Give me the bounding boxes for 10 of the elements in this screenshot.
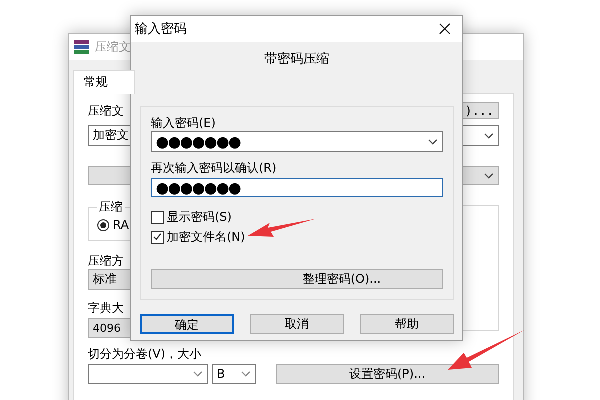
window-title: 压缩文 bbox=[95, 38, 132, 56]
field-label: 切分为分卷(V)，大小 bbox=[88, 346, 203, 362]
field-label: 再次输入密码以确认(R) bbox=[151, 160, 278, 176]
field-label: 压缩方 bbox=[88, 253, 125, 269]
dialog-heading: 带密码压缩 bbox=[264, 51, 330, 68]
field-label: 字典大 bbox=[88, 300, 125, 316]
group-label: 压缩 bbox=[98, 199, 124, 216]
field-label: 输入密码(E) bbox=[151, 115, 217, 131]
field-label: 压缩文 bbox=[88, 103, 124, 119]
dialog-title: 输入密码 bbox=[135, 21, 188, 38]
